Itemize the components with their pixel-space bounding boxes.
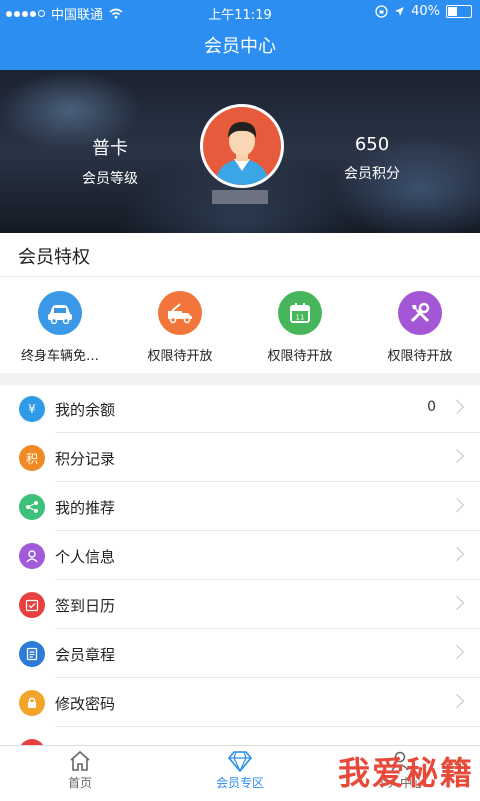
privilege-label: 权限待开放 <box>387 349 453 364</box>
location-icon <box>395 7 405 16</box>
tab-label: 会员专区 <box>215 776 264 790</box>
watermark: 我爱秘籍 <box>337 754 474 792</box>
menu-item-label: 我的余额 <box>55 401 116 419</box>
privilege-item[interactable]: 权限待开放 <box>360 291 480 364</box>
tab-label: 首页 <box>67 776 92 790</box>
tab-home[interactable]: 首页 <box>0 750 160 791</box>
chevron-right-icon <box>449 399 465 415</box>
chevron-right-icon <box>449 644 465 660</box>
tools-icon <box>398 291 442 335</box>
menu-item-checkin[interactable]: 签到日历 <box>0 581 480 629</box>
avatar[interactable] <box>200 104 284 188</box>
privileges-header: 会员特权 <box>0 233 480 277</box>
menu-item-label: 我的推荐 <box>55 499 116 517</box>
document-icon <box>19 641 45 667</box>
privilege-label: 权限待开放 <box>147 349 213 364</box>
points-icon: 积 <box>19 445 45 471</box>
balance-value: 0 <box>427 399 436 415</box>
calendar-icon: 11 <box>278 291 322 335</box>
menu-item-label: 会员章程 <box>55 646 116 664</box>
lock-icon <box>19 690 45 716</box>
menu-item-partial[interactable] <box>0 728 480 745</box>
member-level-label: 会员等级 <box>82 171 138 187</box>
menu-item-points[interactable]: 积 积分记录 <box>0 434 480 482</box>
chevron-right-icon <box>449 693 465 709</box>
menu-item-password[interactable]: 修改密码 <box>0 679 480 727</box>
status-bar: 中国联通 上午11:19 40% <box>0 0 480 24</box>
chevron-right-icon <box>449 497 465 513</box>
divider <box>55 677 480 678</box>
rotation-lock-icon <box>375 5 388 18</box>
member-level[interactable]: 普卡 会员等级 <box>30 134 190 188</box>
yen-icon: ¥ <box>19 396 45 422</box>
car-icon <box>38 291 82 335</box>
divider <box>55 432 480 433</box>
privilege-item[interactable]: 权限待开放 <box>120 291 240 364</box>
member-points[interactable]: 650 会员积分 <box>292 134 452 183</box>
privileges-grid: 终身车辆免… 权限待开放 11 权限待开放 权限待开放 <box>0 277 480 373</box>
privileges-title: 会员特权 <box>18 247 90 268</box>
diamond-icon <box>227 751 253 772</box>
chevron-right-icon <box>449 448 465 464</box>
divider <box>55 628 480 629</box>
menu-item-label: 积分记录 <box>55 450 116 468</box>
svg-text:11: 11 <box>296 314 305 322</box>
menu-item-label: 修改密码 <box>55 695 116 713</box>
divider <box>55 579 480 580</box>
page-title: 会员中心 <box>204 36 276 57</box>
divider <box>55 530 480 531</box>
menu-list: ¥ 我的余额 0 积 积分记录 我的推荐 个人信息 签到日历 会员章程 修改密码 <box>0 385 480 745</box>
menu-item-label: 个人信息 <box>55 548 116 566</box>
member-points-label: 会员积分 <box>344 166 400 182</box>
privilege-item[interactable]: 11 权限待开放 <box>240 291 360 364</box>
checkin-calendar-icon <box>19 592 45 618</box>
menu-item-rules[interactable]: 会员章程 <box>0 630 480 678</box>
divider <box>55 726 480 727</box>
menu-item-referral[interactable]: 我的推荐 <box>0 483 480 531</box>
tow-truck-icon <box>158 291 202 335</box>
battery-icon <box>446 5 472 18</box>
menu-item-label: 签到日历 <box>55 597 116 615</box>
tab-member-zone[interactable]: 会员专区 <box>160 750 320 791</box>
home-icon <box>70 750 90 771</box>
member-points-value: 650 <box>354 134 390 155</box>
privilege-label: 权限待开放 <box>267 349 333 364</box>
menu-item-balance[interactable]: ¥ 我的余额 0 <box>0 385 480 433</box>
chevron-right-icon <box>449 595 465 611</box>
divider <box>55 481 480 482</box>
chevron-right-icon <box>449 546 465 562</box>
share-icon <box>19 494 45 520</box>
member-level-value: 普卡 <box>92 138 128 159</box>
battery-percent: 40% <box>411 4 440 19</box>
privilege-item[interactable]: 终身车辆免… <box>0 291 120 364</box>
username-blurred <box>212 190 268 204</box>
privilege-label: 终身车辆免… <box>20 349 99 364</box>
menu-item-profile[interactable]: 个人信息 <box>0 532 480 580</box>
person-icon <box>19 543 45 569</box>
nav-bar: 会员中心 <box>0 24 480 70</box>
